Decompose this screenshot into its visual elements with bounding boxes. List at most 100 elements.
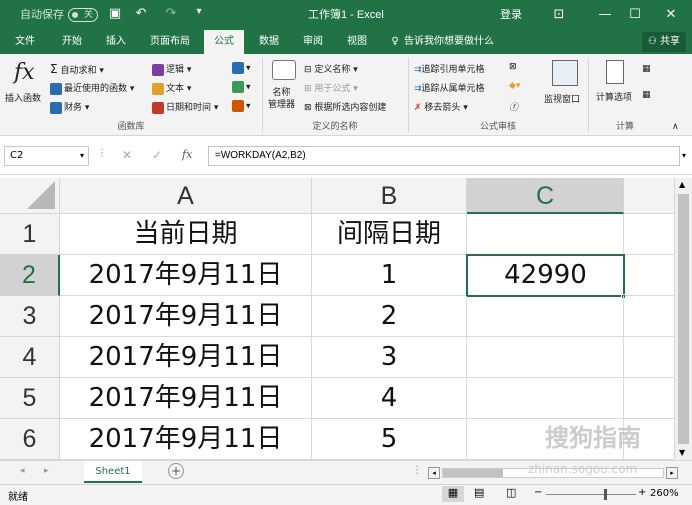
cell-b2[interactable]: 1 <box>312 255 467 296</box>
cell-d3[interactable] <box>624 296 674 337</box>
cancel-icon[interactable]: ✕ <box>122 148 132 162</box>
row-header-4[interactable]: 4 <box>0 337 60 378</box>
sheet-tab-sheet1[interactable]: Sheet1 <box>84 461 142 483</box>
tab-insert[interactable]: 插入 <box>96 30 136 54</box>
cell-c1[interactable] <box>467 214 624 255</box>
cell-b4[interactable]: 3 <box>312 337 467 378</box>
autosave-toggle[interactable] <box>68 8 98 22</box>
math-button[interactable]: ▾ <box>232 81 251 93</box>
calc-now-icon[interactable]: ▦ <box>642 64 651 74</box>
recent-functions-button[interactable]: 最近使用的函数 ▾ <box>50 81 134 95</box>
scroll-down-icon[interactable]: ▼ <box>679 448 685 457</box>
scroll-thumb[interactable] <box>678 194 689 444</box>
save-icon[interactable]: ▣ <box>106 6 124 21</box>
cell-a3[interactable]: 2017年9月11日 <box>60 296 312 337</box>
tab-review[interactable]: 审阅 <box>294 30 332 54</box>
calc-sheet-icon[interactable]: ▦ <box>642 90 651 100</box>
zoom-slider[interactable] <box>546 494 636 495</box>
tell-me-search[interactable]: 告诉我你想要做什么 <box>404 30 504 54</box>
zoom-in-icon[interactable]: + <box>638 487 646 498</box>
cell-c3[interactable] <box>467 296 624 337</box>
ribbon-display-icon[interactable]: ⊡ <box>536 0 582 30</box>
row-header-1[interactable]: 1 <box>0 214 60 255</box>
cell-b3[interactable]: 2 <box>312 296 467 337</box>
resize-handle-icon[interactable]: ⋮ <box>97 148 107 159</box>
cell-a2[interactable]: 2017年9月11日 <box>60 255 312 296</box>
insert-function-icon[interactable]: fx <box>182 148 192 161</box>
cell-d1[interactable] <box>624 214 674 255</box>
row-header-2[interactable]: 2 <box>0 255 60 296</box>
cell-c2[interactable]: 42990 <box>466 254 625 297</box>
customize-qat-icon[interactable]: ▾ <box>190 6 208 17</box>
define-name-button[interactable]: ⊟ 定义名称 ▾ <box>304 62 358 75</box>
evaluate-formula-icon[interactable]: ⓕ <box>509 100 518 113</box>
insert-function-icon[interactable]: fx <box>14 60 35 85</box>
use-in-formula-button[interactable]: ⊞ 用于公式 ▾ <box>304 81 358 94</box>
row-header-3[interactable]: 3 <box>0 296 60 337</box>
share-button[interactable]: ⚇ 共享 <box>641 32 686 52</box>
more-functions-button[interactable]: ▾ <box>232 100 251 112</box>
undo-icon[interactable]: ↶ <box>132 6 150 21</box>
prev-sheet-icon[interactable]: ◂ <box>20 466 25 476</box>
login-link[interactable]: 登录 <box>500 0 522 30</box>
vertical-scrollbar[interactable]: ▲ ▼ <box>674 178 692 460</box>
create-from-selection-button[interactable]: ⊠ 根据所选内容创建 <box>304 100 386 113</box>
cell-d4[interactable] <box>624 337 674 378</box>
column-header-b[interactable]: B <box>312 178 467 214</box>
cell-c4[interactable] <box>467 337 624 378</box>
scroll-up-icon[interactable]: ▲ <box>679 180 685 189</box>
cell-d5[interactable] <box>624 378 674 419</box>
name-manager-icon[interactable] <box>272 60 296 80</box>
scroll-right-icon[interactable]: ▸ <box>666 467 678 479</box>
tab-home[interactable]: 开始 <box>52 30 92 54</box>
tab-data[interactable]: 数据 <box>250 30 288 54</box>
horizontal-scroll-thumb[interactable] <box>443 469 503 477</box>
watch-window-icon[interactable] <box>552 60 578 86</box>
scroll-left-icon[interactable]: ◂ <box>428 467 440 479</box>
calc-options-button[interactable]: 计算选项 <box>596 90 632 103</box>
calculator-icon[interactable] <box>606 60 624 84</box>
close-icon[interactable]: ✕ <box>648 0 692 30</box>
expand-formula-icon[interactable]: ▾ <box>682 151 686 160</box>
cell-a6[interactable]: 2017年9月11日 <box>60 419 312 460</box>
tab-page-layout[interactable]: 页面布局 <box>142 30 198 54</box>
autosum-button[interactable]: Σ 自动求和 ▾ <box>50 62 104 76</box>
enter-icon[interactable]: ✓ <box>152 148 162 162</box>
cell-b5[interactable]: 4 <box>312 378 467 419</box>
name-manager-button[interactable]: 名称 管理器 <box>268 87 295 111</box>
cell-b1[interactable]: 间隔日期 <box>312 214 467 255</box>
column-header-c[interactable]: C <box>467 178 624 214</box>
next-sheet-icon[interactable]: ▸ <box>44 466 49 476</box>
watch-window-button[interactable]: 监视窗口 <box>544 92 580 105</box>
column-header-d[interactable] <box>624 178 674 214</box>
tab-formulas[interactable]: 公式 <box>204 30 244 54</box>
tab-view[interactable]: 视图 <box>338 30 376 54</box>
financial-button[interactable]: 财务 ▾ <box>50 100 89 114</box>
page-break-view-icon[interactable]: ◫ <box>506 486 516 499</box>
select-all-corner[interactable] <box>0 178 60 214</box>
cell-a1[interactable]: 当前日期 <box>60 214 312 255</box>
lookup-button[interactable]: ▾ <box>232 62 251 74</box>
name-box[interactable]: C2 ▾ <box>4 146 89 166</box>
zoom-level[interactable]: 260% <box>650 488 679 499</box>
formula-input[interactable]: =WORKDAY(A2,B2) <box>208 146 680 166</box>
chevron-down-icon[interactable]: ▾ <box>80 147 84 165</box>
normal-view-icon[interactable]: ▦ <box>442 486 464 502</box>
add-sheet-icon[interactable]: + <box>168 463 184 479</box>
tab-file[interactable]: 文件 <box>6 30 44 54</box>
trace-dependents-button[interactable]: ⇉追踪从属单元格 <box>414 81 485 94</box>
splitter-icon[interactable]: ⋮ <box>412 465 422 476</box>
cell-c5[interactable] <box>467 378 624 419</box>
show-formulas-icon[interactable]: ⊠ <box>509 62 517 72</box>
datetime-button[interactable]: 日期和时间 ▾ <box>152 100 218 114</box>
cell-d2[interactable] <box>625 255 674 296</box>
row-header-5[interactable]: 5 <box>0 378 60 419</box>
collapse-ribbon-icon[interactable]: ∧ <box>672 122 679 132</box>
column-header-a[interactable]: A <box>60 178 312 214</box>
insert-function-button[interactable]: 插入函数 <box>5 91 41 104</box>
cell-a5[interactable]: 2017年9月11日 <box>60 378 312 419</box>
cell-b6[interactable]: 5 <box>312 419 467 460</box>
redo-icon[interactable]: ↷ <box>162 6 180 21</box>
zoom-out-icon[interactable]: − <box>534 487 542 498</box>
trace-precedents-button[interactable]: ⇉追踪引用单元格 <box>414 62 485 75</box>
